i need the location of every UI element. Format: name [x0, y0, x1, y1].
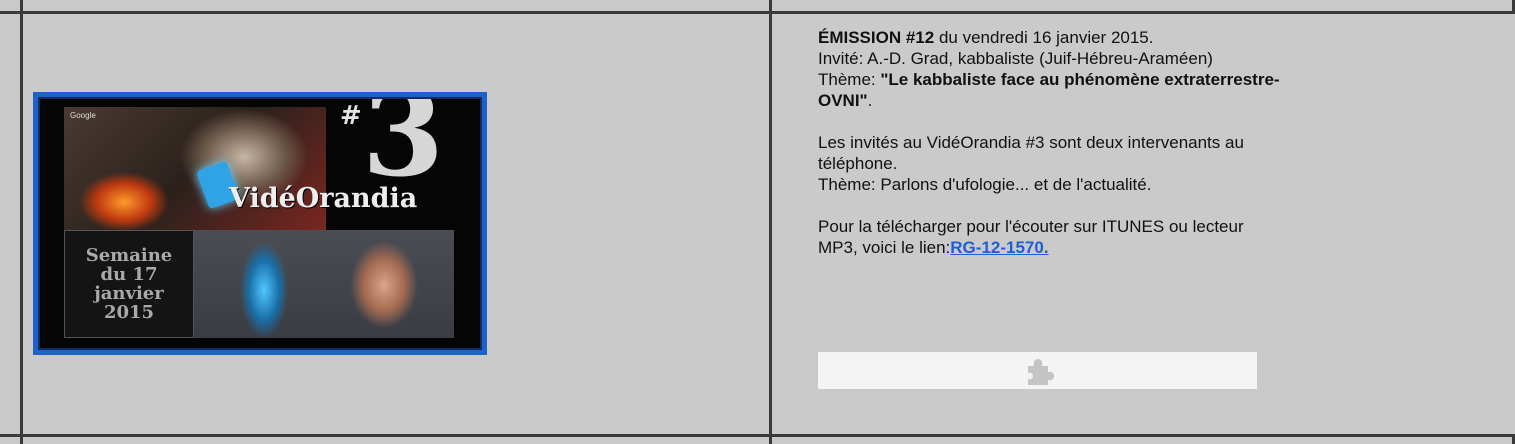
plugin-placeholder[interactable] [818, 352, 1257, 389]
download-line2: MP3, voici le lien:RG-12-1570. [818, 237, 1458, 258]
episode-thumbnail[interactable]: Google Semaine du 17 janvier 2015 # 3 Vi… [33, 92, 487, 355]
download-line1: Pour la télécharger pour l'écouter sur I… [818, 217, 1244, 236]
episode-hash: # [340, 101, 362, 131]
episode-guest: Invité: A.-D. Grad, kabbaliste (Juif-Héb… [818, 49, 1213, 68]
episode-date: du vendredi 16 janvier 2015. [934, 28, 1154, 47]
week-label: Semaine du 17 janvier 2015 [64, 230, 194, 338]
episode-description: ÉMISSION #12 du vendredi 16 janvier 2015… [818, 27, 1458, 258]
download-link[interactable]: RG-12-1570. [950, 238, 1048, 257]
thumbnail-image: Google Semaine du 17 janvier 2015 # 3 Vi… [38, 97, 482, 350]
episode-number: 3 [362, 97, 445, 203]
episode-theme-cont: OVNI". [818, 90, 1458, 111]
brand-title: VidéOrandia [229, 183, 418, 214]
download-prefix: MP3, voici le lien: [818, 238, 951, 257]
puzzle-piece-icon [1027, 358, 1054, 385]
theme-label: Thème: [818, 70, 881, 89]
theme2: Thème: Parlons d'ufologie... et de l'act… [818, 175, 1152, 194]
episode-heading: ÉMISSION #12 du vendredi 16 janvier 2015… [818, 27, 1458, 48]
theme-title-end: . [867, 91, 873, 110]
guests-line2: téléphone. [818, 154, 898, 173]
episode-label: ÉMISSION #12 [818, 28, 935, 47]
table-row-border-bottom [0, 434, 1515, 437]
google-watermark: Google [70, 111, 96, 120]
guests-line1: Les invités au VidéOrandia #3 sont deux … [818, 133, 1244, 152]
theme-title-line1: "Le kabbaliste face au phénomène extrate… [880, 70, 1280, 89]
guest-photo [194, 230, 454, 338]
theme-title-line2: OVNI" [818, 91, 868, 110]
episode-theme: Thème: "Le kabbaliste face au phénomène … [818, 69, 1458, 90]
